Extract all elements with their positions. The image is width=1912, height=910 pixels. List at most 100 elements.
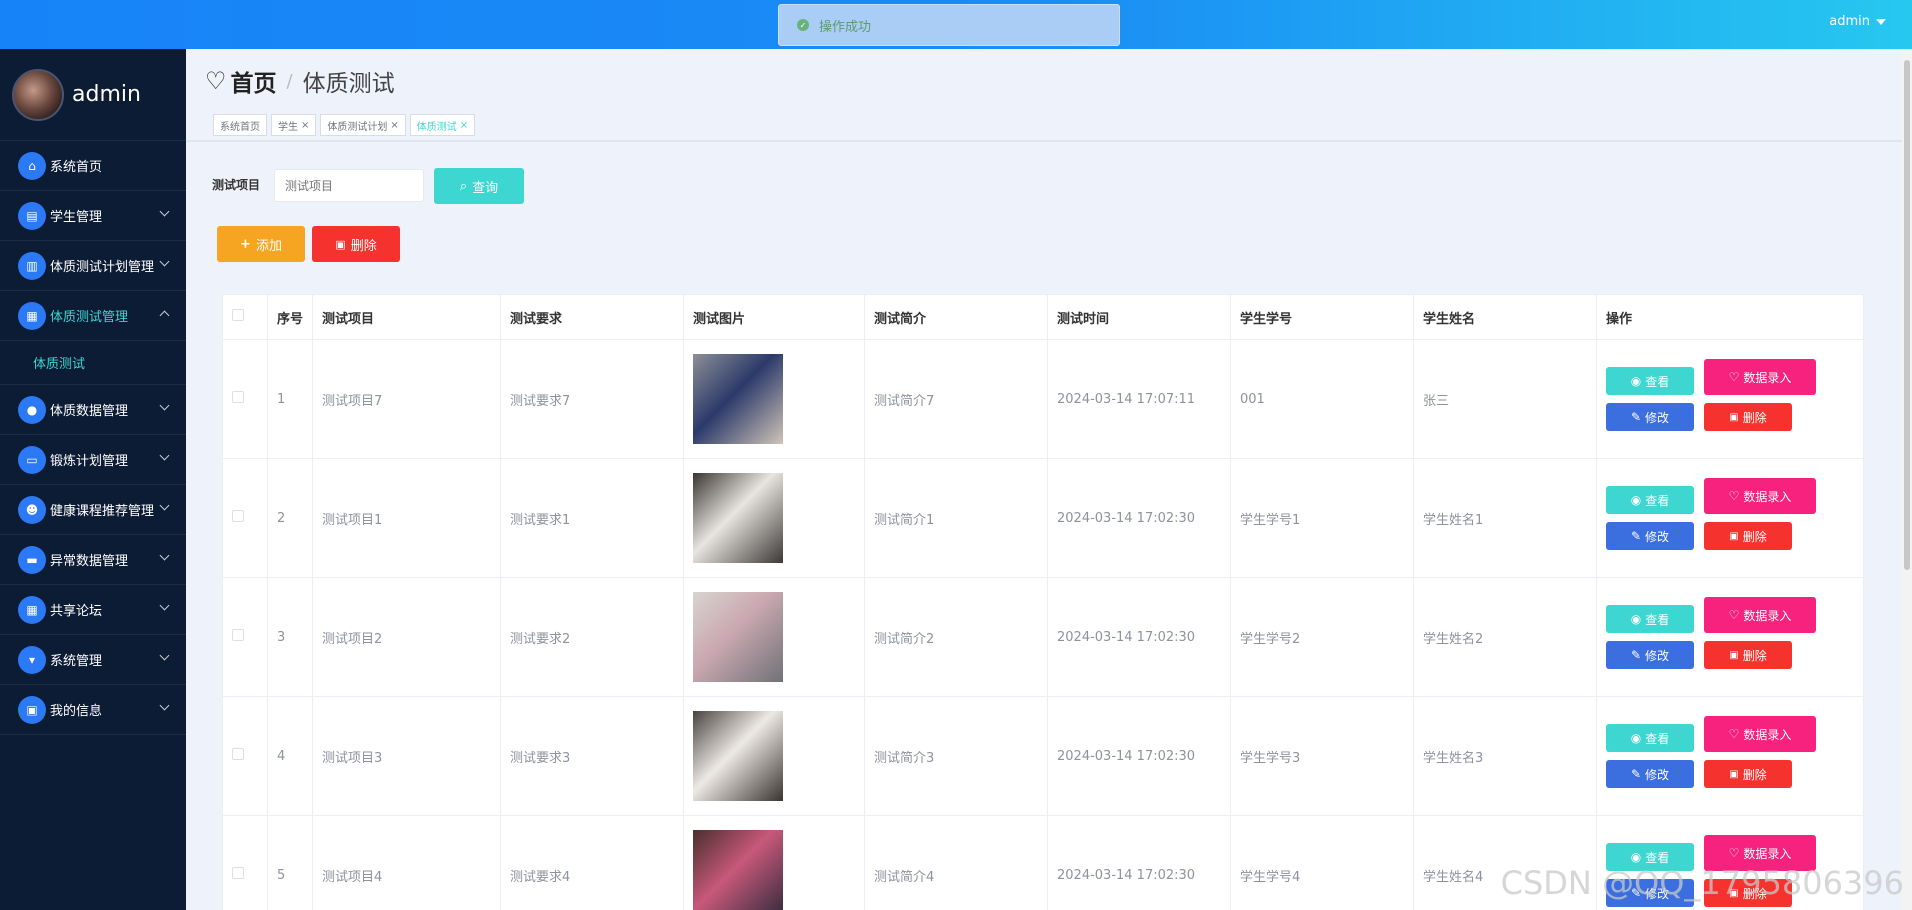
- requirement-cell: 测试要求2: [500, 577, 684, 697]
- heart-icon: ♡: [1728, 608, 1740, 622]
- close-icon[interactable]: ×: [390, 120, 398, 131]
- sidebar-item-forum[interactable]: ▦ 共享论坛: [0, 585, 186, 635]
- test-item-cell: 测试项目2: [312, 577, 501, 697]
- user-menu[interactable]: admin: [1829, 14, 1886, 29]
- close-icon[interactable]: ×: [460, 120, 468, 131]
- row-checkbox[interactable]: [232, 748, 244, 760]
- close-icon[interactable]: ×: [301, 120, 309, 131]
- row-checkbox[interactable]: [232, 629, 244, 641]
- view-button[interactable]: ◉ 查看: [1606, 367, 1694, 395]
- trash-icon: ▣: [1729, 768, 1739, 780]
- sidebar-item-system[interactable]: ▾ 系统管理: [0, 635, 186, 685]
- sidebar-item-label: 系统管理: [50, 654, 103, 669]
- add-button[interactable]: + 添加: [217, 226, 305, 262]
- trash-icon: ▣: [1729, 530, 1739, 542]
- row-checkbox[interactable]: [232, 391, 244, 403]
- apps-icon: ▦: [18, 595, 46, 624]
- index-cell: 2: [267, 458, 313, 578]
- table-header-row: 序号 测试项目 测试要求 测试图片 测试简介 测试时间 学生学号 学生姓名 操作: [222, 294, 1864, 340]
- chevron-down-icon: [159, 400, 170, 411]
- student-id-cell: 学生学号3: [1230, 696, 1414, 816]
- profile: admin: [0, 49, 186, 141]
- tab-test-plans[interactable]: 体质测试计划 ×: [320, 114, 406, 136]
- sidebar-item-label: 学生管理: [50, 210, 103, 225]
- sidebar-item-abnormal[interactable]: ▬ 异常数据管理: [0, 535, 186, 585]
- sidebar-item-courses[interactable]: ☻ 健康课程推荐管理: [0, 485, 186, 535]
- sidebar-item-profile[interactable]: ▣ 我的信息: [0, 685, 186, 735]
- row-checkbox[interactable]: [232, 867, 244, 879]
- student-id-cell: 学生学号2: [1230, 577, 1414, 697]
- delete-label: 删除: [1742, 648, 1767, 663]
- view-label: 查看: [1645, 612, 1670, 627]
- edit-button[interactable]: ✎ 修改: [1606, 403, 1694, 431]
- sidebar-item-label: 锻炼计划管理: [50, 454, 129, 469]
- chevron-down-icon: [159, 450, 170, 461]
- view-button[interactable]: ◉ 查看: [1606, 605, 1694, 633]
- heart-icon: ♡: [1728, 846, 1740, 860]
- data-entry-label: 数据录入: [1743, 727, 1792, 742]
- image-cell: [683, 339, 865, 459]
- scrollbar-thumb[interactable]: [1904, 60, 1910, 570]
- sidebar-item-students[interactable]: ▤ 学生管理: [0, 191, 186, 241]
- test-image[interactable]: [693, 711, 783, 801]
- grid-icon: ▦: [18, 301, 46, 330]
- delete-button[interactable]: ▣ 删除: [1704, 522, 1792, 550]
- tab-students[interactable]: 学生 ×: [271, 114, 317, 136]
- delete-button[interactable]: ▣ 删除: [1704, 760, 1792, 788]
- column-header: 测试要求: [500, 294, 684, 340]
- edit-button[interactable]: ✎ 修改: [1606, 522, 1694, 550]
- data-entry-button[interactable]: ♡ 数据录入: [1704, 716, 1816, 752]
- avatar: [12, 68, 64, 121]
- view-label: 查看: [1645, 731, 1670, 746]
- eye-icon: ◉: [1630, 850, 1642, 864]
- search-icon: ⌕: [459, 178, 468, 194]
- view-button[interactable]: ◉ 查看: [1606, 724, 1694, 752]
- batch-delete-button[interactable]: ▣ 删除: [312, 226, 400, 262]
- row-actions: ◉ 查看 ♡ 数据录入 ✎ 修改 ▣ 删除: [1606, 359, 1863, 431]
- test-image[interactable]: [693, 592, 783, 682]
- delete-button[interactable]: ▣ 删除: [1704, 403, 1792, 431]
- data-entry-button[interactable]: ♡ 数据录入: [1704, 478, 1816, 514]
- row-checkbox[interactable]: [232, 510, 244, 522]
- sidebar-item-exercise[interactable]: ▭ 锻炼计划管理: [0, 435, 186, 485]
- data-table: 序号 测试项目 测试要求 测试图片 测试简介 测试时间 学生学号 学生姓名 操作…: [222, 294, 1864, 910]
- tab-home[interactable]: 系统首页: [213, 114, 267, 136]
- sidebar-item-home[interactable]: ⌂ 系统首页: [0, 141, 186, 191]
- image-cell: [683, 815, 865, 910]
- sidebar-item-tests[interactable]: ▦ 体质测试管理: [0, 291, 186, 341]
- eye-icon: ◉: [1630, 374, 1642, 388]
- breadcrumb-home[interactable]: 首页: [231, 64, 277, 98]
- test-image[interactable]: [693, 830, 783, 910]
- data-entry-label: 数据录入: [1743, 846, 1792, 861]
- search-input[interactable]: [274, 169, 424, 202]
- column-header: 测试简介: [864, 294, 1048, 340]
- test-image[interactable]: [693, 473, 783, 563]
- view-label: 查看: [1645, 850, 1670, 865]
- breadcrumb-current: 体质测试: [302, 71, 395, 97]
- select-all-checkbox[interactable]: [232, 309, 244, 321]
- test-item-cell: 测试项目4: [312, 815, 501, 910]
- tab-tests[interactable]: 体质测试 ×: [409, 114, 476, 136]
- sidebar-item-test-plans[interactable]: ▥ 体质测试计划管理: [0, 241, 186, 291]
- requirement-cell: 测试要求1: [500, 458, 684, 578]
- tab-bar: 系统首页 学生 × 体质测试计划 × 体质测试 ×: [213, 114, 479, 136]
- data-entry-button[interactable]: ♡ 数据录入: [1704, 359, 1816, 395]
- sidebar-subitem-test[interactable]: 体质测试: [0, 341, 186, 385]
- sidebar-item-data[interactable]: ● 体质数据管理: [0, 385, 186, 435]
- chevron-up-icon: [159, 310, 170, 321]
- chevron-down-icon: [159, 256, 170, 267]
- edit-button[interactable]: ✎ 修改: [1606, 760, 1694, 788]
- test-image[interactable]: [693, 354, 783, 444]
- edit-button[interactable]: ✎ 修改: [1606, 641, 1694, 669]
- pencil-icon: ✎: [1630, 648, 1642, 662]
- tab-label: 学生: [278, 121, 298, 133]
- data-entry-label: 数据录入: [1743, 489, 1792, 504]
- search-button[interactable]: ⌕ 查询: [434, 168, 524, 204]
- sidebar-item-label: 体质数据管理: [50, 404, 129, 419]
- index-cell: 1: [267, 339, 313, 459]
- sidebar-username: admin: [72, 82, 141, 107]
- view-button[interactable]: ◉ 查看: [1606, 486, 1694, 514]
- data-entry-button[interactable]: ♡ 数据录入: [1704, 597, 1816, 633]
- checkbox-cell: [222, 458, 268, 578]
- delete-button[interactable]: ▣ 删除: [1704, 641, 1792, 669]
